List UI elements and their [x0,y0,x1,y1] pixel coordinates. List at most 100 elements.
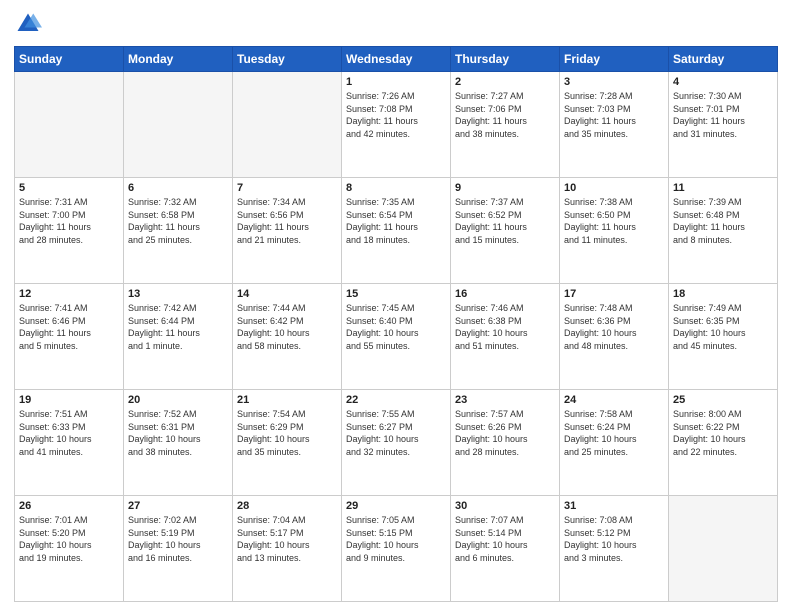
day-info: Sunrise: 7:37 AM Sunset: 6:52 PM Dayligh… [455,196,555,246]
day-number: 17 [564,288,664,300]
day-info: Sunrise: 7:35 AM Sunset: 6:54 PM Dayligh… [346,196,446,246]
day-number: 29 [346,500,446,512]
day-cell: 8 Sunrise: 7:35 AM Sunset: 6:54 PM Daylig… [342,178,451,284]
day-cell: 22 Sunrise: 7:55 AM Sunset: 6:27 PM Dayli… [342,390,451,496]
day-info: Sunrise: 7:08 AM Sunset: 5:12 PM Dayligh… [564,514,664,564]
day-number: 1 [346,76,446,88]
day-number: 11 [673,182,773,194]
day-cell: 11 Sunrise: 7:39 AM Sunset: 6:48 PM Dayli… [669,178,778,284]
day-cell [124,72,233,178]
week-row-0: 1 Sunrise: 7:26 AM Sunset: 7:08 PM Daylig… [15,72,778,178]
day-cell: 25 Sunrise: 8:00 AM Sunset: 6:22 PM Dayli… [669,390,778,496]
day-number: 8 [346,182,446,194]
day-cell: 7Sunrise: 7:34 AM Sunset: 6:56 PM Daylig… [233,178,342,284]
day-number: 2 [455,76,555,88]
week-row-1: 5Sunrise: 7:31 AM Sunset: 7:00 PM Daylig… [15,178,778,284]
day-number: 18 [673,288,773,300]
day-cell: 30 Sunrise: 7:07 AM Sunset: 5:14 PM Dayli… [451,496,560,602]
day-info: Sunrise: 7:45 AM Sunset: 6:40 PM Dayligh… [346,302,446,352]
page: SundayMondayTuesdayWednesdayThursdayFrid… [0,0,792,612]
day-info: Sunrise: 7:05 AM Sunset: 5:15 PM Dayligh… [346,514,446,564]
day-cell: 27 Sunrise: 7:02 AM Sunset: 5:19 PM Dayli… [124,496,233,602]
day-number: 23 [455,394,555,406]
day-number: 22 [346,394,446,406]
day-cell: 20 Sunrise: 7:52 AM Sunset: 6:31 PM Dayli… [124,390,233,496]
day-cell: 16 Sunrise: 7:46 AM Sunset: 6:38 PM Dayli… [451,284,560,390]
day-cell [15,72,124,178]
day-info: Sunrise: 7:28 AM Sunset: 7:03 PM Dayligh… [564,90,664,140]
logo-icon [14,10,42,38]
day-info: Sunrise: 7:46 AM Sunset: 6:38 PM Dayligh… [455,302,555,352]
day-number: 3 [564,76,664,88]
col-header-sunday: Sunday [15,47,124,72]
day-info: Sunrise: 7:02 AM Sunset: 5:19 PM Dayligh… [128,514,228,564]
day-cell: 12 Sunrise: 7:41 AM Sunset: 6:46 PM Dayli… [15,284,124,390]
day-cell: 28Sunrise: 7:04 AM Sunset: 5:17 PM Dayli… [233,496,342,602]
col-header-friday: Friday [560,47,669,72]
day-cell: 1 Sunrise: 7:26 AM Sunset: 7:08 PM Daylig… [342,72,451,178]
day-cell: 19 Sunrise: 7:51 AM Sunset: 6:33 PM Dayli… [15,390,124,496]
day-info: Sunrise: 7:54 AM Sunset: 6:29 PM Dayligh… [237,408,337,458]
day-cell: 18 Sunrise: 7:49 AM Sunset: 6:35 PM Dayli… [669,284,778,390]
day-info: Sunrise: 7:39 AM Sunset: 6:48 PM Dayligh… [673,196,773,246]
day-info: Sunrise: 7:27 AM Sunset: 7:06 PM Dayligh… [455,90,555,140]
day-cell: 21 Sunrise: 7:54 AM Sunset: 6:29 PM Dayli… [233,390,342,496]
day-info: Sunrise: 7:32 AM Sunset: 6:58 PM Dayligh… [128,196,228,246]
day-cell: 26Sunrise: 7:01 AM Sunset: 5:20 PM Dayli… [15,496,124,602]
day-info: Sunrise: 7:04 AM Sunset: 5:17 PM Dayligh… [237,514,337,564]
day-cell: 5Sunrise: 7:31 AM Sunset: 7:00 PM Daylig… [15,178,124,284]
day-number: 25 [673,394,773,406]
day-cell: 9 Sunrise: 7:37 AM Sunset: 6:52 PM Daylig… [451,178,560,284]
day-number: 14 [237,288,337,300]
week-row-3: 19 Sunrise: 7:51 AM Sunset: 6:33 PM Dayli… [15,390,778,496]
col-header-thursday: Thursday [451,47,560,72]
day-number: 19 [19,394,119,406]
day-cell: 13Sunrise: 7:42 AM Sunset: 6:44 PM Dayli… [124,284,233,390]
logo [14,10,46,38]
col-header-tuesday: Tuesday [233,47,342,72]
day-number: 26 [19,500,119,512]
day-info: Sunrise: 7:34 AM Sunset: 6:56 PM Dayligh… [237,196,337,246]
day-number: 27 [128,500,228,512]
day-cell: 14 Sunrise: 7:44 AM Sunset: 6:42 PM Dayli… [233,284,342,390]
header [14,10,778,38]
header-row: SundayMondayTuesdayWednesdayThursdayFrid… [15,47,778,72]
day-info: Sunrise: 7:42 AM Sunset: 6:44 PM Dayligh… [128,302,228,352]
day-info: Sunrise: 8:00 AM Sunset: 6:22 PM Dayligh… [673,408,773,458]
day-number: 12 [19,288,119,300]
day-number: 21 [237,394,337,406]
day-cell: 3 Sunrise: 7:28 AM Sunset: 7:03 PM Daylig… [560,72,669,178]
day-info: Sunrise: 7:51 AM Sunset: 6:33 PM Dayligh… [19,408,119,458]
col-header-wednesday: Wednesday [342,47,451,72]
day-cell: 10 Sunrise: 7:38 AM Sunset: 6:50 PM Dayli… [560,178,669,284]
col-header-saturday: Saturday [669,47,778,72]
day-cell: 6Sunrise: 7:32 AM Sunset: 6:58 PM Daylig… [124,178,233,284]
day-cell: 24Sunrise: 7:58 AM Sunset: 6:24 PM Dayli… [560,390,669,496]
day-info: Sunrise: 7:41 AM Sunset: 6:46 PM Dayligh… [19,302,119,352]
day-info: Sunrise: 7:52 AM Sunset: 6:31 PM Dayligh… [128,408,228,458]
day-info: Sunrise: 7:38 AM Sunset: 6:50 PM Dayligh… [564,196,664,246]
day-info: Sunrise: 7:49 AM Sunset: 6:35 PM Dayligh… [673,302,773,352]
day-info: Sunrise: 7:55 AM Sunset: 6:27 PM Dayligh… [346,408,446,458]
day-number: 20 [128,394,228,406]
day-number: 31 [564,500,664,512]
day-number: 9 [455,182,555,194]
day-info: Sunrise: 7:07 AM Sunset: 5:14 PM Dayligh… [455,514,555,564]
day-number: 4 [673,76,773,88]
day-info: Sunrise: 7:57 AM Sunset: 6:26 PM Dayligh… [455,408,555,458]
day-number: 16 [455,288,555,300]
day-cell [233,72,342,178]
day-cell: 31 Sunrise: 7:08 AM Sunset: 5:12 PM Dayli… [560,496,669,602]
day-cell: 4Sunrise: 7:30 AM Sunset: 7:01 PM Daylig… [669,72,778,178]
day-cell [669,496,778,602]
col-header-monday: Monday [124,47,233,72]
day-cell: 2 Sunrise: 7:27 AM Sunset: 7:06 PM Daylig… [451,72,560,178]
day-number: 30 [455,500,555,512]
day-info: Sunrise: 7:44 AM Sunset: 6:42 PM Dayligh… [237,302,337,352]
day-info: Sunrise: 7:26 AM Sunset: 7:08 PM Dayligh… [346,90,446,140]
day-info: Sunrise: 7:31 AM Sunset: 7:00 PM Dayligh… [19,196,119,246]
day-number: 10 [564,182,664,194]
day-cell: 15 Sunrise: 7:45 AM Sunset: 6:40 PM Dayli… [342,284,451,390]
day-number: 15 [346,288,446,300]
week-row-2: 12 Sunrise: 7:41 AM Sunset: 6:46 PM Dayli… [15,284,778,390]
